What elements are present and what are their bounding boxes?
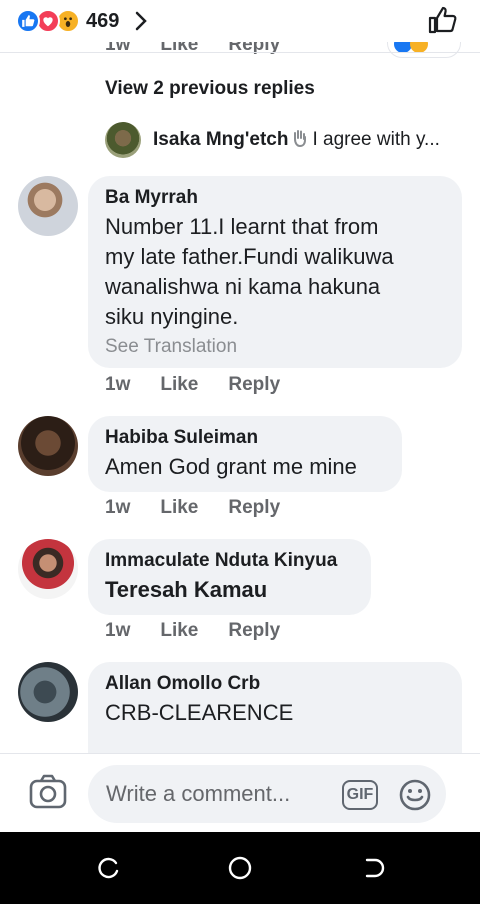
back-button[interactable]: [360, 855, 386, 881]
avatar[interactable]: [18, 176, 78, 236]
chevron-right-icon[interactable]: [131, 11, 151, 31]
home-button[interactable]: [227, 855, 253, 881]
reply-link[interactable]: Reply: [228, 620, 280, 642]
comment-text-line: wanalishwa ni kama hakuna: [105, 274, 381, 299]
see-translation-link[interactable]: See Translation: [105, 334, 445, 360]
camera-button[interactable]: [28, 774, 68, 810]
comment-actions: 1w Like Reply: [105, 620, 310, 642]
comment-text-line: my late father.Fundi walikuwa: [105, 244, 394, 269]
reply-preview-text: I agree with y...: [312, 129, 440, 150]
recent-apps-button[interactable]: [96, 855, 122, 881]
comment-time: 1w: [105, 42, 131, 55]
comment-author-name[interactable]: Immaculate Nduta Kinyua: [105, 549, 354, 573]
comment-input[interactable]: Write a comment... GIF: [88, 765, 446, 823]
comment-author-name[interactable]: Habiba Suleiman: [105, 426, 385, 450]
comment-time: 1w: [105, 497, 131, 518]
system-navigation-bar: [0, 832, 480, 904]
comment-time: 1w: [105, 374, 131, 395]
recent-apps-icon: [98, 857, 119, 879]
comment-reactions-badge[interactable]: [387, 42, 461, 58]
reaction-count: 469: [86, 9, 120, 32]
like-link[interactable]: Like: [160, 620, 198, 642]
home-icon: [228, 856, 252, 880]
comment-actions: 1w Like Reply: [105, 497, 310, 519]
comment-bubble[interactable]: Immaculate Nduta Kinyua Teresah Kamau: [88, 539, 371, 615]
like-link[interactable]: Like: [160, 42, 198, 56]
comment-text: Amen God grant me mine: [105, 454, 357, 479]
comment-bubble[interactable]: Habiba Suleiman Amen God grant me mine: [88, 416, 402, 492]
comment-author-name[interactable]: Allan Omollo Crb: [105, 672, 445, 696]
avatar[interactable]: [18, 662, 78, 722]
reactions-bar[interactable]: 469: [0, 0, 480, 42]
like-link[interactable]: Like: [160, 374, 198, 396]
like-post-button[interactable]: [424, 2, 460, 38]
reply-link[interactable]: Reply: [228, 42, 280, 56]
avatar[interactable]: [18, 416, 78, 476]
gif-button[interactable]: GIF: [342, 780, 378, 810]
like-icon: [16, 9, 40, 33]
reply-author-name: Isaka Mng'etch: [153, 129, 289, 150]
reply-link[interactable]: Reply: [228, 374, 280, 396]
reply-preview[interactable]: Isaka Mng'etch I agree with y...: [105, 122, 465, 158]
emoji-button[interactable]: [398, 778, 432, 812]
comment-composer: Write a comment... GIF: [0, 753, 480, 832]
comment-text-line: siku nyingine.: [105, 304, 239, 329]
reaction-icons: [16, 9, 80, 33]
comment-input-placeholder: Write a comment...: [106, 781, 291, 806]
smiley-icon: [399, 779, 431, 811]
avatar[interactable]: [18, 539, 78, 599]
avatar: [105, 122, 141, 158]
divider: [0, 52, 480, 53]
comment-bubble[interactable]: Ba Myrrah Number 11.I learnt that from m…: [88, 176, 462, 368]
comment-author-name[interactable]: Ba Myrrah: [105, 186, 445, 210]
back-icon: [365, 858, 385, 878]
wave-icon: [292, 129, 308, 152]
comment-actions: 1w Like Reply: [105, 374, 310, 396]
like-link[interactable]: Like: [160, 497, 198, 519]
previous-comment-actions: 1w Like Reply: [105, 42, 465, 64]
reply-link[interactable]: Reply: [228, 497, 280, 519]
comment-time: 1w: [105, 620, 131, 641]
camera-icon: [29, 774, 67, 809]
comment-text-line: Number 11.I learnt that from: [105, 214, 379, 239]
tagged-user-link[interactable]: Teresah Kamau: [105, 575, 354, 605]
view-previous-replies-link[interactable]: View 2 previous replies: [105, 78, 315, 100]
comment-text: CRB-CLEARENCE: [105, 700, 294, 725]
comment-bubble[interactable]: Allan Omollo Crb CRB-CLEARENCE: [88, 662, 462, 762]
thumbs-up-icon: [428, 6, 457, 34]
